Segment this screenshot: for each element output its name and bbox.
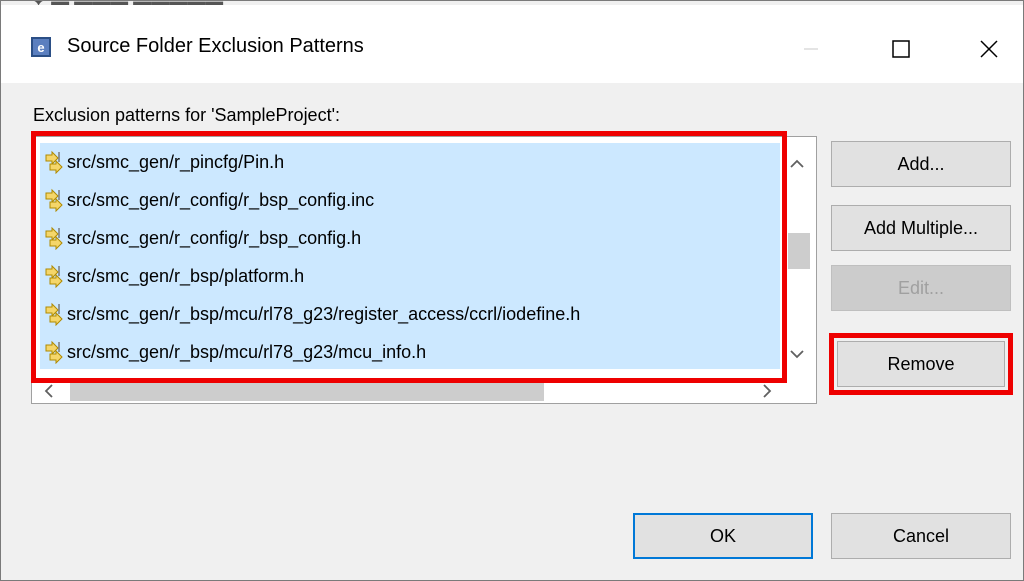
close-icon bbox=[980, 40, 998, 58]
remove-highlight-box bbox=[829, 333, 1013, 395]
svg-text:e: e bbox=[37, 40, 44, 55]
minimize-button[interactable] bbox=[783, 23, 839, 75]
vertical-scroll-thumb[interactable] bbox=[788, 233, 810, 269]
title-bar[interactable]: e Source Folder Exclusion Patterns bbox=[1, 5, 1023, 83]
maximize-button[interactable] bbox=[873, 23, 929, 75]
horizontal-scroll-thumb[interactable] bbox=[70, 383, 544, 401]
minimize-icon bbox=[804, 48, 818, 50]
add-multiple-button[interactable]: Add Multiple... bbox=[831, 205, 1011, 251]
chevron-up-icon[interactable] bbox=[788, 155, 806, 173]
chevron-down-icon[interactable] bbox=[788, 345, 806, 363]
close-button[interactable] bbox=[961, 23, 1017, 75]
window-title: Source Folder Exclusion Patterns bbox=[67, 35, 364, 57]
add-button[interactable]: Add... bbox=[831, 141, 1011, 187]
eclipse-e-icon: e bbox=[31, 37, 51, 57]
edit-button[interactable]: Edit... bbox=[831, 265, 1011, 311]
exclusion-patterns-label: Exclusion patterns for 'SampleProject': bbox=[33, 105, 341, 125]
list-highlight-box bbox=[31, 131, 787, 383]
vertical-scrollbar[interactable] bbox=[784, 141, 810, 369]
chevron-left-icon[interactable] bbox=[40, 382, 58, 400]
ok-button[interactable]: OK bbox=[633, 513, 813, 559]
dialog-window: ✦ ▬ ▬▬▬ ▬▬▬▬▬ e Source Folder Exclusion … bbox=[0, 0, 1024, 581]
maximize-icon bbox=[892, 40, 910, 58]
chevron-right-icon[interactable] bbox=[758, 382, 776, 400]
cancel-button[interactable]: Cancel bbox=[831, 513, 1011, 559]
